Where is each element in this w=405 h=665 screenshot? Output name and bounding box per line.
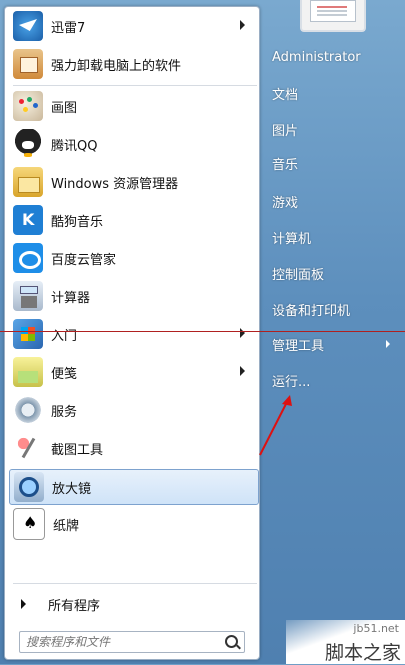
pinned-item-uninstall[interactable]: 强力卸载电脑上的软件 [9,47,257,81]
programs-panel: 迅雷7 强力卸载电脑上的软件 画图 腾讯QQ Windows 资源管理器 酷狗音… [4,6,260,660]
menu-item-label: 服务 [51,404,78,420]
getting-started-icon [13,319,43,349]
recent-item-solitaire[interactable]: 纸牌 [9,507,257,541]
search-icon[interactable] [225,635,238,648]
explorer-icon [13,167,43,197]
recent-item-services[interactable]: 服务 [9,393,257,427]
services-icon [13,395,43,425]
search-box[interactable] [19,631,245,653]
admin-tools-arrow-icon[interactable] [386,340,390,348]
all-programs-button[interactable]: 所有程序 [9,591,257,617]
submenu-arrow-icon[interactable] [240,366,245,376]
user-picture[interactable] [300,0,366,32]
xunlei-icon [13,11,43,41]
uninstall-icon [13,49,43,79]
menu-item-label: 放大镜 [52,481,92,497]
submenu-arrow-icon[interactable] [240,20,245,30]
watermark-site: jb51.net [353,622,399,635]
link-pictures[interactable]: 图片 [272,120,298,139]
annotation-arrow [259,395,292,456]
link-games[interactable]: 游戏 [272,192,298,211]
recent-item-paint[interactable]: 画图 [9,89,257,123]
all-programs-label: 所有程序 [48,598,101,614]
link-admin-tools[interactable]: 管理工具 [272,335,324,354]
baidu-cloud-icon [13,243,43,273]
menu-item-label: 画图 [51,100,78,116]
link-music[interactable]: 音乐 [272,154,298,173]
recent-item-calculator[interactable]: 计算器 [9,279,257,313]
watermark-text: 脚本之家 [324,642,401,664]
separator [13,85,257,86]
sticky-notes-icon [13,357,43,387]
recent-item-sticky-notes[interactable]: 便笺 [9,355,257,389]
link-documents[interactable]: 文档 [272,84,298,103]
menu-item-label: 纸牌 [53,518,80,534]
solitaire-icon [13,508,45,540]
recent-item-explorer[interactable]: Windows 资源管理器 [9,165,257,199]
annotation-line [0,331,405,332]
menu-item-label: 腾讯QQ [51,138,98,154]
recent-item-getting-started[interactable]: 入门 [9,317,257,351]
menu-item-label: 酷狗音乐 [51,214,104,230]
recent-item-qq[interactable]: 腾讯QQ [9,127,257,161]
calculator-icon [13,281,43,311]
watermark: jb51.net 脚本之家 [286,620,405,664]
kugou-icon [13,205,43,235]
link-administrator[interactable]: Administrator [272,50,361,65]
expand-arrow-icon [21,599,26,609]
menu-item-label: 计算器 [51,290,91,306]
menu-item-label: Windows 资源管理器 [51,176,179,192]
recent-item-baidu-cloud[interactable]: 百度云管家 [9,241,257,275]
magnifier-icon [14,472,44,502]
submenu-arrow-icon[interactable] [240,328,245,338]
menu-item-label: 强力卸载电脑上的软件 [51,58,182,74]
link-devices-printers[interactable]: 设备和打印机 [272,300,350,319]
qq-icon [13,129,43,159]
menu-item-label: 迅雷7 [51,20,86,36]
separator [13,583,257,584]
menu-item-label: 入门 [51,328,78,344]
recent-item-kugou[interactable]: 酷狗音乐 [9,203,257,237]
link-computer[interactable]: 计算机 [272,228,311,247]
recent-item-snipping-tool[interactable]: 截图工具 [9,431,257,465]
user-picture-screen [310,0,356,22]
link-control-panel[interactable]: 控制面板 [272,264,324,283]
recent-item-magnifier[interactable]: 放大镜 [9,469,259,505]
snipping-tool-icon [13,433,43,463]
pinned-item-xunlei[interactable]: 迅雷7 [9,9,257,43]
search-input[interactable] [24,633,218,651]
menu-item-label: 便笺 [51,366,78,382]
link-run[interactable]: 运行... [272,371,310,390]
paint-icon [13,91,43,121]
menu-item-label: 百度云管家 [51,252,117,268]
menu-item-label: 截图工具 [51,442,104,458]
